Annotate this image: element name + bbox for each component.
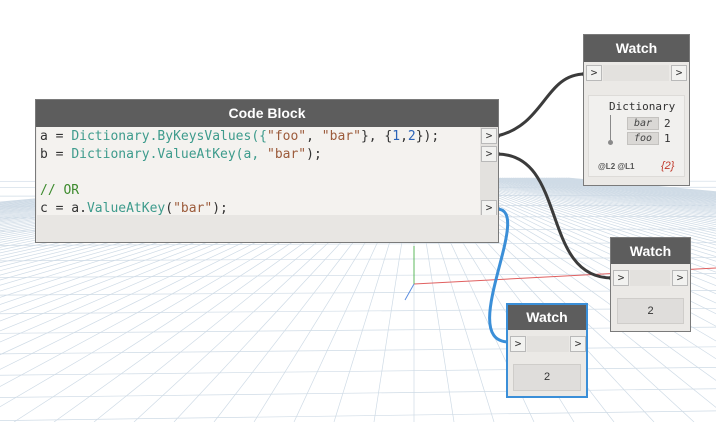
tree-node-dot	[608, 140, 613, 145]
code-line[interactable]: b = Dictionary.ValueAtKey(a, "bar");	[40, 146, 322, 164]
output-port-a[interactable]: >	[481, 128, 497, 144]
code-line[interactable]: a = Dictionary.ByKeysValues({"foo", "bar…	[40, 128, 439, 146]
dict-value: 2	[664, 117, 671, 130]
wire-a-to-watch	[496, 72, 586, 138]
item-count: {2}	[661, 160, 675, 172]
watch-node-c[interactable]: Watch > > 2	[506, 303, 588, 398]
level-indicator: @L2 @L1	[598, 162, 635, 171]
code-token: .ValueAtKey(a,	[149, 147, 267, 162]
watch-header[interactable]: Watch	[508, 305, 586, 330]
code-token: ,	[306, 129, 322, 144]
port-bar	[527, 336, 569, 352]
output-port-b[interactable]: >	[481, 146, 497, 162]
node-title: Watch	[526, 309, 568, 325]
input-port[interactable]: >	[510, 336, 526, 352]
output-port[interactable]: >	[672, 270, 688, 286]
port-bar	[603, 65, 669, 81]
input-port[interactable]: >	[613, 270, 629, 286]
code-block-header[interactable]: Code Block	[36, 100, 498, 127]
input-port[interactable]: >	[586, 65, 602, 81]
code-token: );	[212, 201, 228, 216]
node-title: Watch	[629, 243, 672, 259]
dictionary-type-label: Dictionary	[609, 100, 676, 113]
grid-line	[0, 410, 716, 421]
port-bar	[630, 270, 670, 286]
code-token: .ByKeysValues({	[149, 129, 267, 144]
output-port-column: > > >	[480, 127, 498, 216]
code-token: a =	[40, 129, 72, 144]
code-token: "bar"	[321, 129, 361, 144]
code-comment[interactable]: // OR	[40, 182, 79, 200]
dict-key: foo	[627, 132, 659, 145]
grid-line	[0, 307, 716, 315]
code-token: 2	[407, 129, 416, 144]
code-token: ValueAtKey	[86, 201, 166, 216]
watch-value[interactable]: 2	[513, 364, 581, 391]
watch-header[interactable]: Watch	[584, 35, 689, 62]
watch-preview[interactable]: Dictionary bar 2 foo 1 @L2 @L1 {2}	[588, 95, 685, 177]
output-port-c[interactable]: >	[481, 200, 497, 216]
grid-line	[0, 290, 716, 296]
code-block-node[interactable]: Code Block a = Dictionary.ByKeysValues({…	[35, 99, 499, 243]
output-port[interactable]: >	[570, 336, 586, 352]
code-token: c = a.	[40, 201, 87, 216]
code-token: Dictionary	[71, 147, 150, 162]
dict-value: 1	[664, 132, 671, 145]
code-token: // OR	[40, 183, 80, 198]
dict-key: bar	[627, 117, 659, 130]
node-title: Watch	[615, 40, 658, 56]
code-token: b =	[40, 147, 72, 162]
code-token: (	[165, 201, 174, 216]
code-token: }, {	[360, 129, 393, 144]
watch-node-dictionary[interactable]: Watch > > Dictionary bar 2 foo 1 @L2 @L1…	[583, 34, 690, 186]
tree-line	[610, 115, 611, 141]
node-title: Code Block	[228, 105, 306, 121]
code-token: });	[415, 129, 440, 144]
grid-line	[0, 326, 716, 334]
code-token: "bar"	[173, 201, 213, 216]
output-port[interactable]: >	[671, 65, 687, 81]
watch-header[interactable]: Watch	[611, 238, 690, 264]
watch-node-b[interactable]: Watch > > 2	[610, 237, 691, 332]
grid-line	[0, 367, 716, 376]
code-editor[interactable]: a = Dictionary.ByKeysValues({"foo", "bar…	[37, 127, 480, 216]
node-footer	[37, 215, 498, 242]
watch-value[interactable]: 2	[617, 298, 684, 324]
z-axis-line	[404, 283, 415, 301]
code-token: "bar"	[267, 147, 307, 162]
code-token: Dictionary	[71, 129, 150, 144]
code-token: "foo"	[267, 129, 307, 144]
code-token: ,	[400, 129, 408, 144]
grid-line	[0, 388, 716, 398]
grid-line	[0, 346, 716, 355]
code-token: 1	[392, 129, 401, 144]
code-token: );	[306, 147, 322, 162]
